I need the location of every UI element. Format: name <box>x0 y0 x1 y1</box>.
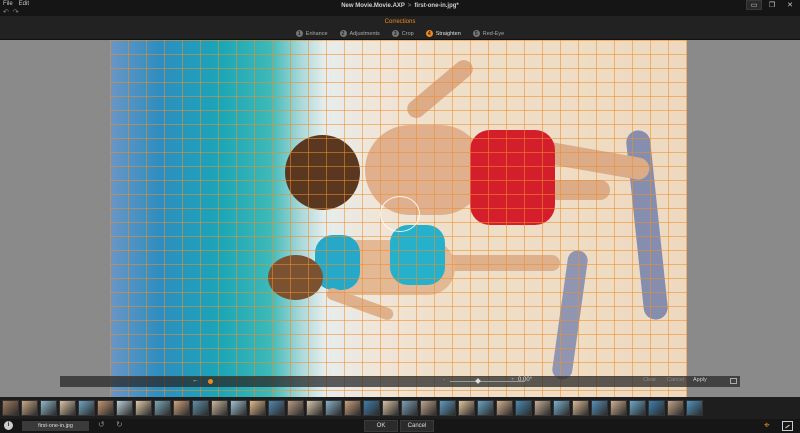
ok-button[interactable]: OK <box>364 420 398 432</box>
filmstrip-thumbnail[interactable] <box>78 400 95 416</box>
tab-number: 3 <box>391 30 399 37</box>
info-icon[interactable]: i <box>4 421 13 430</box>
filmstrip-thumbnail[interactable] <box>648 400 665 416</box>
tab-red-eye[interactable]: 5 Red-Eye <box>472 30 505 37</box>
tab-label: Straighten <box>435 30 461 37</box>
restore-icon[interactable]: ❐ <box>764 0 780 10</box>
tab-crop[interactable]: 3 Crop <box>391 30 414 37</box>
filmstrip-thumbnail[interactable] <box>572 400 589 416</box>
filmstrip-thumbnail[interactable] <box>401 400 418 416</box>
filmstrip-thumbnail[interactable] <box>325 400 342 416</box>
corrections-tabs: 1 Enhance 2 Adjustments 3 Crop 4 Straigh… <box>0 30 800 37</box>
filmstrip-thumbnail[interactable] <box>382 400 399 416</box>
filmstrip-thumbnail[interactable] <box>2 400 19 416</box>
filmstrip-thumbnail[interactable] <box>439 400 456 416</box>
filmstrip-thumbnail[interactable] <box>268 400 285 416</box>
filmstrip-thumbnail[interactable] <box>116 400 133 416</box>
filmstrip-thumbnail[interactable] <box>458 400 475 416</box>
tab-adjustments[interactable]: 2 Adjustments <box>339 30 380 37</box>
expand-icon[interactable] <box>730 378 737 384</box>
preview-stage: ← - + 0.00° Clear Cancel Apply <box>0 40 800 397</box>
rotation-handle[interactable] <box>380 196 420 232</box>
filmstrip-thumbnail[interactable] <box>306 400 323 416</box>
filmstrip-thumbnail[interactable] <box>534 400 551 416</box>
filmstrip-thumbnail[interactable] <box>591 400 608 416</box>
tab-number: 1 <box>295 30 303 37</box>
thumbnail-list <box>2 400 703 416</box>
corrections-toolbar: Corrections 1 Enhance 2 Adjustments 3 Cr… <box>0 16 800 40</box>
undo-icon[interactable]: ↶ <box>3 8 9 16</box>
filename-field: first-one-in.jpg <box>22 421 89 431</box>
tab-number: 2 <box>339 30 347 37</box>
filmstrip-thumbnail[interactable] <box>553 400 570 416</box>
angle-value[interactable]: 0.00° <box>518 377 532 383</box>
filmstrip-thumbnail[interactable] <box>21 400 38 416</box>
filmstrip-thumbnail[interactable] <box>610 400 627 416</box>
filmstrip-thumbnail[interactable] <box>97 400 114 416</box>
breadcrumb-project[interactable]: New Movie.Movie.AXP <box>341 3 405 9</box>
filmstrip-thumbnail[interactable] <box>230 400 247 416</box>
tab-enhance[interactable]: 1 Enhance <box>295 30 328 37</box>
title-bar: File Edit ↶ ↷ New Movie.Movie.AXP > first-… <box>0 0 800 16</box>
filmstrip-thumbnail[interactable] <box>344 400 361 416</box>
redo-icon[interactable]: ↷ <box>13 8 19 16</box>
cancel-button[interactable]: Cancel <box>400 420 434 432</box>
bottom-bar: i first-one-in.jpg ↺ ↻ OK Cancel ⌖ <box>0 419 800 433</box>
filmstrip-thumbnail[interactable] <box>629 400 646 416</box>
filmstrip-thumbnail[interactable] <box>477 400 494 416</box>
filmstrip-thumbnail[interactable] <box>667 400 684 416</box>
window-controls: ▭ ❐ ✕ <box>746 0 798 10</box>
corrections-title: Corrections <box>384 19 416 25</box>
rotate-right-icon[interactable]: ↻ <box>116 420 123 429</box>
back-arrow-icon[interactable]: ← <box>192 377 199 384</box>
breadcrumb: New Movie.Movie.AXP > first-one-in.jpg* <box>0 3 800 9</box>
apply-button[interactable]: Apply <box>693 377 707 383</box>
filmstrip-thumbnail[interactable] <box>59 400 76 416</box>
cancel-straighten-button[interactable]: Cancel <box>667 377 684 383</box>
tab-number: 5 <box>472 30 480 37</box>
filmstrip-thumbnail[interactable] <box>154 400 171 416</box>
filmstrip-thumbnail[interactable] <box>496 400 513 416</box>
filmstrip-thumbnail[interactable] <box>363 400 380 416</box>
filmstrip-thumbnail[interactable] <box>420 400 437 416</box>
tab-label: Red-Eye <box>482 30 505 37</box>
close-icon[interactable]: ✕ <box>782 0 798 10</box>
tab-straighten[interactable]: 4 Straighten <box>425 30 461 37</box>
orange-dot-icon[interactable] <box>208 379 213 384</box>
filmstrip-thumbnail[interactable] <box>211 400 228 416</box>
tab-label: Crop <box>401 30 414 37</box>
straighten-controls: ← - + 0.00° Clear Cancel Apply <box>60 376 740 387</box>
tab-label: Enhance <box>305 30 328 37</box>
photo-preview[interactable] <box>110 40 687 397</box>
rotate-left-icon[interactable]: ↺ <box>98 420 105 429</box>
filmstrip-thumbnail[interactable] <box>192 400 209 416</box>
breadcrumb-file: first-one-in.jpg* <box>414 3 459 9</box>
filmstrip-thumbnail[interactable] <box>686 400 703 416</box>
filmstrip-thumbnail[interactable] <box>173 400 190 416</box>
angle-slider-thumb[interactable] <box>475 378 481 384</box>
clear-button[interactable]: Clear <box>643 377 656 383</box>
slider-min-label: - <box>443 377 445 383</box>
breadcrumb-separator: > <box>407 3 412 9</box>
compare-icon[interactable] <box>782 421 793 431</box>
store-icon[interactable]: ▭ <box>746 0 762 10</box>
target-icon[interactable]: ⌖ <box>764 420 770 431</box>
filmstrip-thumbnail[interactable] <box>249 400 266 416</box>
filmstrip-thumbnail[interactable] <box>135 400 152 416</box>
undo-redo: ↶ ↷ <box>3 8 19 16</box>
filmstrip-thumbnail[interactable] <box>40 400 57 416</box>
tab-label: Adjustments <box>349 30 380 37</box>
filmstrip <box>0 397 800 419</box>
tab-number: 4 <box>425 30 433 37</box>
filmstrip-thumbnail[interactable] <box>287 400 304 416</box>
slider-max-label: + <box>511 377 515 383</box>
filmstrip-thumbnail[interactable] <box>515 400 532 416</box>
